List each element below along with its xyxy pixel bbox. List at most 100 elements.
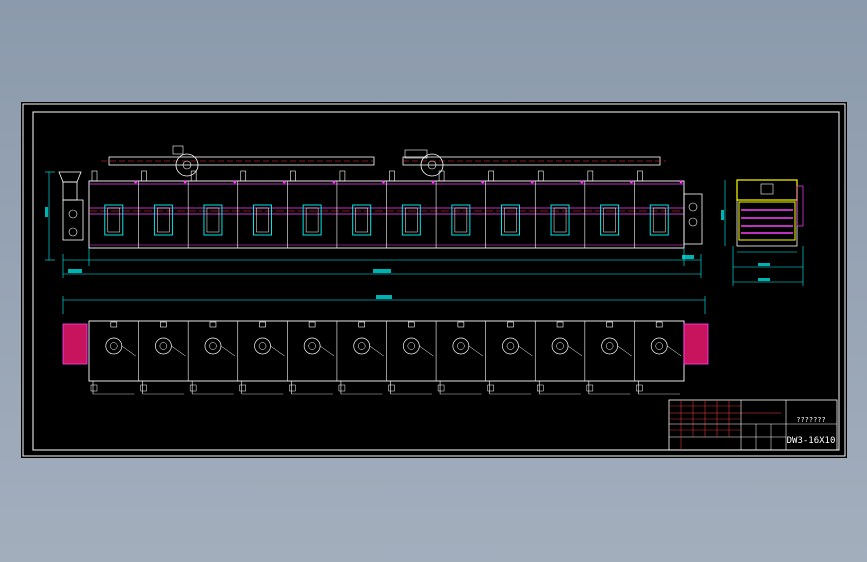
- inspection-window-inner: [553, 207, 567, 233]
- section-marker: [431, 180, 435, 184]
- section-marker: [332, 180, 336, 184]
- plan-leg-foot: [90, 384, 98, 392]
- section-marker: [282, 180, 286, 184]
- section-marker: [679, 180, 683, 184]
- inspection-window-inner: [305, 207, 319, 233]
- inspection-window-inner: [603, 207, 616, 233]
- plan-leg-foot: [189, 384, 197, 392]
- section-marker: [630, 180, 633, 184]
- plan-leg-foot: [239, 384, 246, 392]
- feed-hopper: [58, 171, 82, 183]
- section-marker: [134, 180, 137, 184]
- plan-top-bracket: [308, 321, 316, 328]
- inspection-window: [352, 204, 372, 236]
- cad-drawing: ??????? DW3-16X10: [22, 103, 846, 457]
- plan-top-bracket: [655, 321, 663, 328]
- plan-fan-leader: [270, 345, 285, 357]
- plan-fan-circle: [254, 337, 271, 355]
- support-post: [637, 170, 643, 182]
- plan-top-bracket: [259, 321, 266, 328]
- plan-fan-hub: [605, 342, 614, 350]
- plan-fan-circle: [452, 337, 470, 355]
- plan-leg-foot: [636, 384, 643, 392]
- plan-fan-circle: [601, 337, 618, 355]
- section-marker: [233, 180, 237, 184]
- inspection-window: [104, 204, 124, 236]
- plan-fan-hub: [655, 342, 663, 350]
- dryer-sections: [91, 170, 683, 248]
- inspection-window: [302, 204, 322, 236]
- plan-fan-circle: [502, 337, 519, 355]
- inspection-window: [550, 204, 570, 236]
- plan-fan-leader: [419, 345, 434, 357]
- inspection-window-inner: [504, 207, 517, 233]
- side-view-fan-box: [736, 179, 798, 201]
- inspection-window: [649, 204, 669, 236]
- plan-top-bracket: [457, 321, 465, 328]
- inspection-window: [253, 204, 272, 236]
- inspection-window-inner: [157, 207, 170, 233]
- support-post: [141, 170, 147, 182]
- inspection-window-inner: [355, 207, 368, 233]
- plan-fan-leader: [319, 345, 335, 357]
- plan-leg-foot: [289, 384, 296, 392]
- plan-fan-hub: [506, 342, 515, 350]
- plan-fan-circle: [353, 337, 371, 355]
- plan-fan-hub: [258, 342, 267, 350]
- plan-view[interactable]: [62, 295, 709, 395]
- inspection-window: [401, 204, 421, 236]
- plan-fan-hub: [357, 342, 366, 350]
- support-post: [587, 170, 594, 182]
- plan-top-bracket: [507, 321, 514, 328]
- feed-end-plan: [62, 323, 88, 365]
- plan-leg-foot: [388, 384, 395, 392]
- section-marker: [580, 180, 584, 184]
- plan-fan-circle: [402, 337, 420, 355]
- plan-fan-circle: [303, 337, 321, 355]
- plan-sections: [90, 321, 682, 395]
- support-post: [290, 170, 296, 182]
- plan-fan-circle: [650, 337, 668, 355]
- plan-leg-foot: [586, 384, 594, 392]
- plan-leg-foot: [140, 384, 147, 392]
- side-view-chamber: [738, 201, 796, 241]
- title-block[interactable]: ??????? DW3-16X10: [668, 399, 838, 451]
- section-marker: [183, 180, 187, 184]
- plan-top-bracket: [209, 321, 217, 328]
- plan-leg-foot: [437, 384, 445, 392]
- plan-fan-hub: [457, 342, 465, 350]
- support-post: [91, 170, 98, 182]
- inspection-window: [501, 204, 520, 236]
- plan-fan-hub: [110, 342, 118, 350]
- plan-fan-hub: [407, 342, 416, 350]
- plan-top-bracket: [160, 321, 167, 328]
- support-post: [488, 170, 494, 182]
- inspection-window-inner: [107, 207, 121, 233]
- plan-fan-leader: [518, 345, 533, 357]
- inspection-window: [600, 204, 620, 236]
- section-marker: [382, 180, 385, 184]
- plan-top-bracket: [556, 321, 564, 328]
- inspection-window: [203, 204, 223, 236]
- inspection-window-inner: [454, 207, 468, 233]
- support-post: [339, 170, 346, 182]
- plan-fan-leader: [468, 345, 484, 357]
- side-elevation-view[interactable]: [721, 179, 804, 286]
- side-view-frame: [736, 179, 798, 247]
- plan-leg-foot: [487, 384, 494, 392]
- front-elevation-view[interactable]: [45, 145, 703, 278]
- plan-fan-circle: [204, 337, 222, 355]
- section-marker: [530, 180, 534, 184]
- plan-fan-circle: [551, 337, 569, 355]
- support-post: [389, 170, 395, 182]
- drawing-name: ???????: [796, 416, 826, 424]
- inspection-window-inner: [256, 207, 269, 233]
- right-fan: [404, 149, 444, 177]
- plan-top-bracket: [407, 321, 415, 328]
- inspection-window-inner: [405, 207, 418, 233]
- plan-fan-circle: [155, 337, 172, 355]
- inspection-window: [153, 204, 173, 236]
- inspection-window: [451, 204, 471, 236]
- plan-fan-hub: [159, 342, 168, 350]
- drawing-sheet[interactable]: ??????? DW3-16X10: [21, 102, 847, 458]
